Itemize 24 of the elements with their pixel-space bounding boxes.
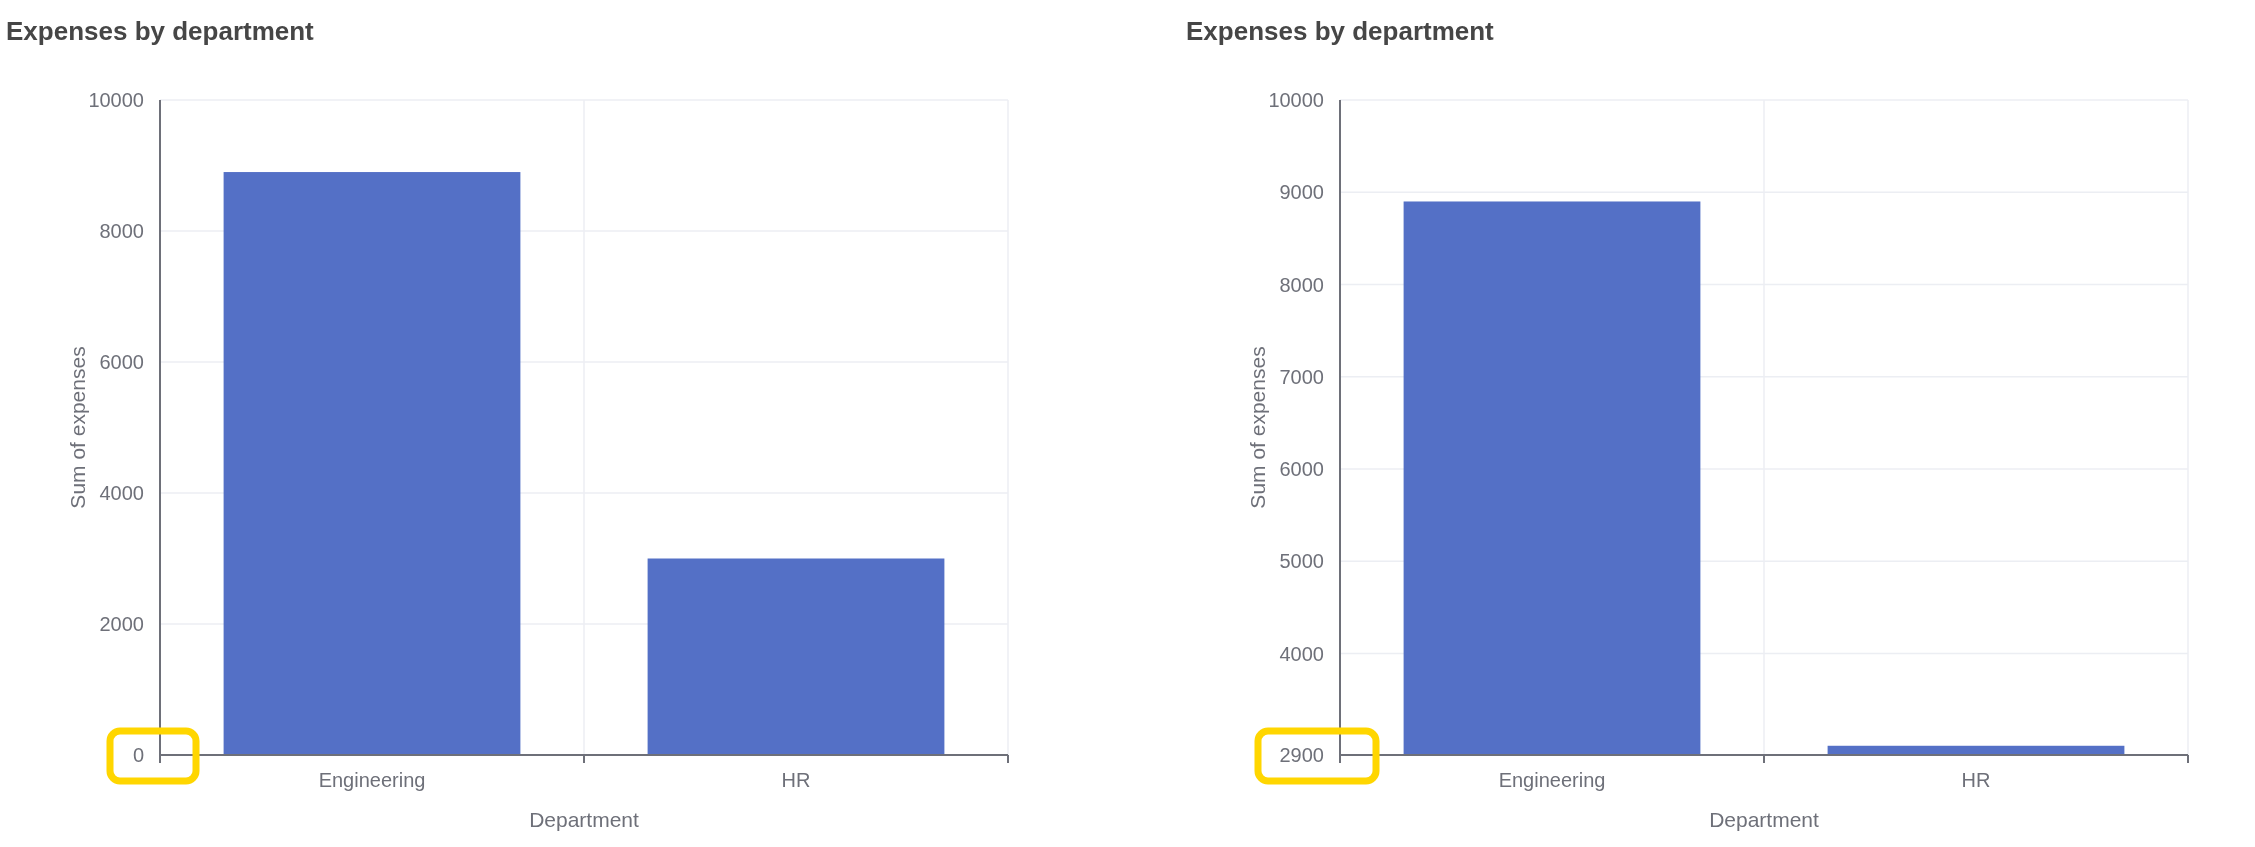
y-tick-label: 0: [132, 744, 144, 766]
y-tick-label: 8000: [99, 220, 144, 242]
y-tick-label: 6000: [1279, 458, 1324, 480]
y-tick-label: 5000: [1279, 550, 1324, 573]
y-tick-label: 8000: [1279, 273, 1324, 296]
x-tick-label: Engineering: [318, 769, 426, 791]
y-tick-label: 10000: [88, 89, 144, 111]
x-tick-label: HR: [1961, 769, 1991, 791]
x-tick-label: Engineering: [1498, 769, 1606, 791]
x-axis-title: Department: [529, 808, 639, 831]
y-tick-label: 4000: [1279, 642, 1324, 665]
x-tick-label: HR: [781, 769, 811, 791]
chart-title: Expenses by department: [1186, 16, 1494, 46]
y-tick-label: 2000: [99, 613, 144, 635]
y-tick-label: 9000: [1279, 181, 1324, 204]
y-tick-label: 10000: [1268, 89, 1324, 111]
y-tick-label: 6000: [99, 351, 144, 373]
y-tick-label: 7000: [1279, 365, 1324, 388]
y-tick-label: 4000: [99, 482, 144, 504]
chart-title: Expenses by department: [6, 16, 314, 46]
y-tick-label: 2900: [1279, 744, 1324, 766]
y-axis-title: Sum of expenses: [66, 346, 89, 509]
y-axis-title: Sum of expenses: [1246, 346, 1269, 509]
x-axis-title: Department: [1709, 808, 1819, 831]
